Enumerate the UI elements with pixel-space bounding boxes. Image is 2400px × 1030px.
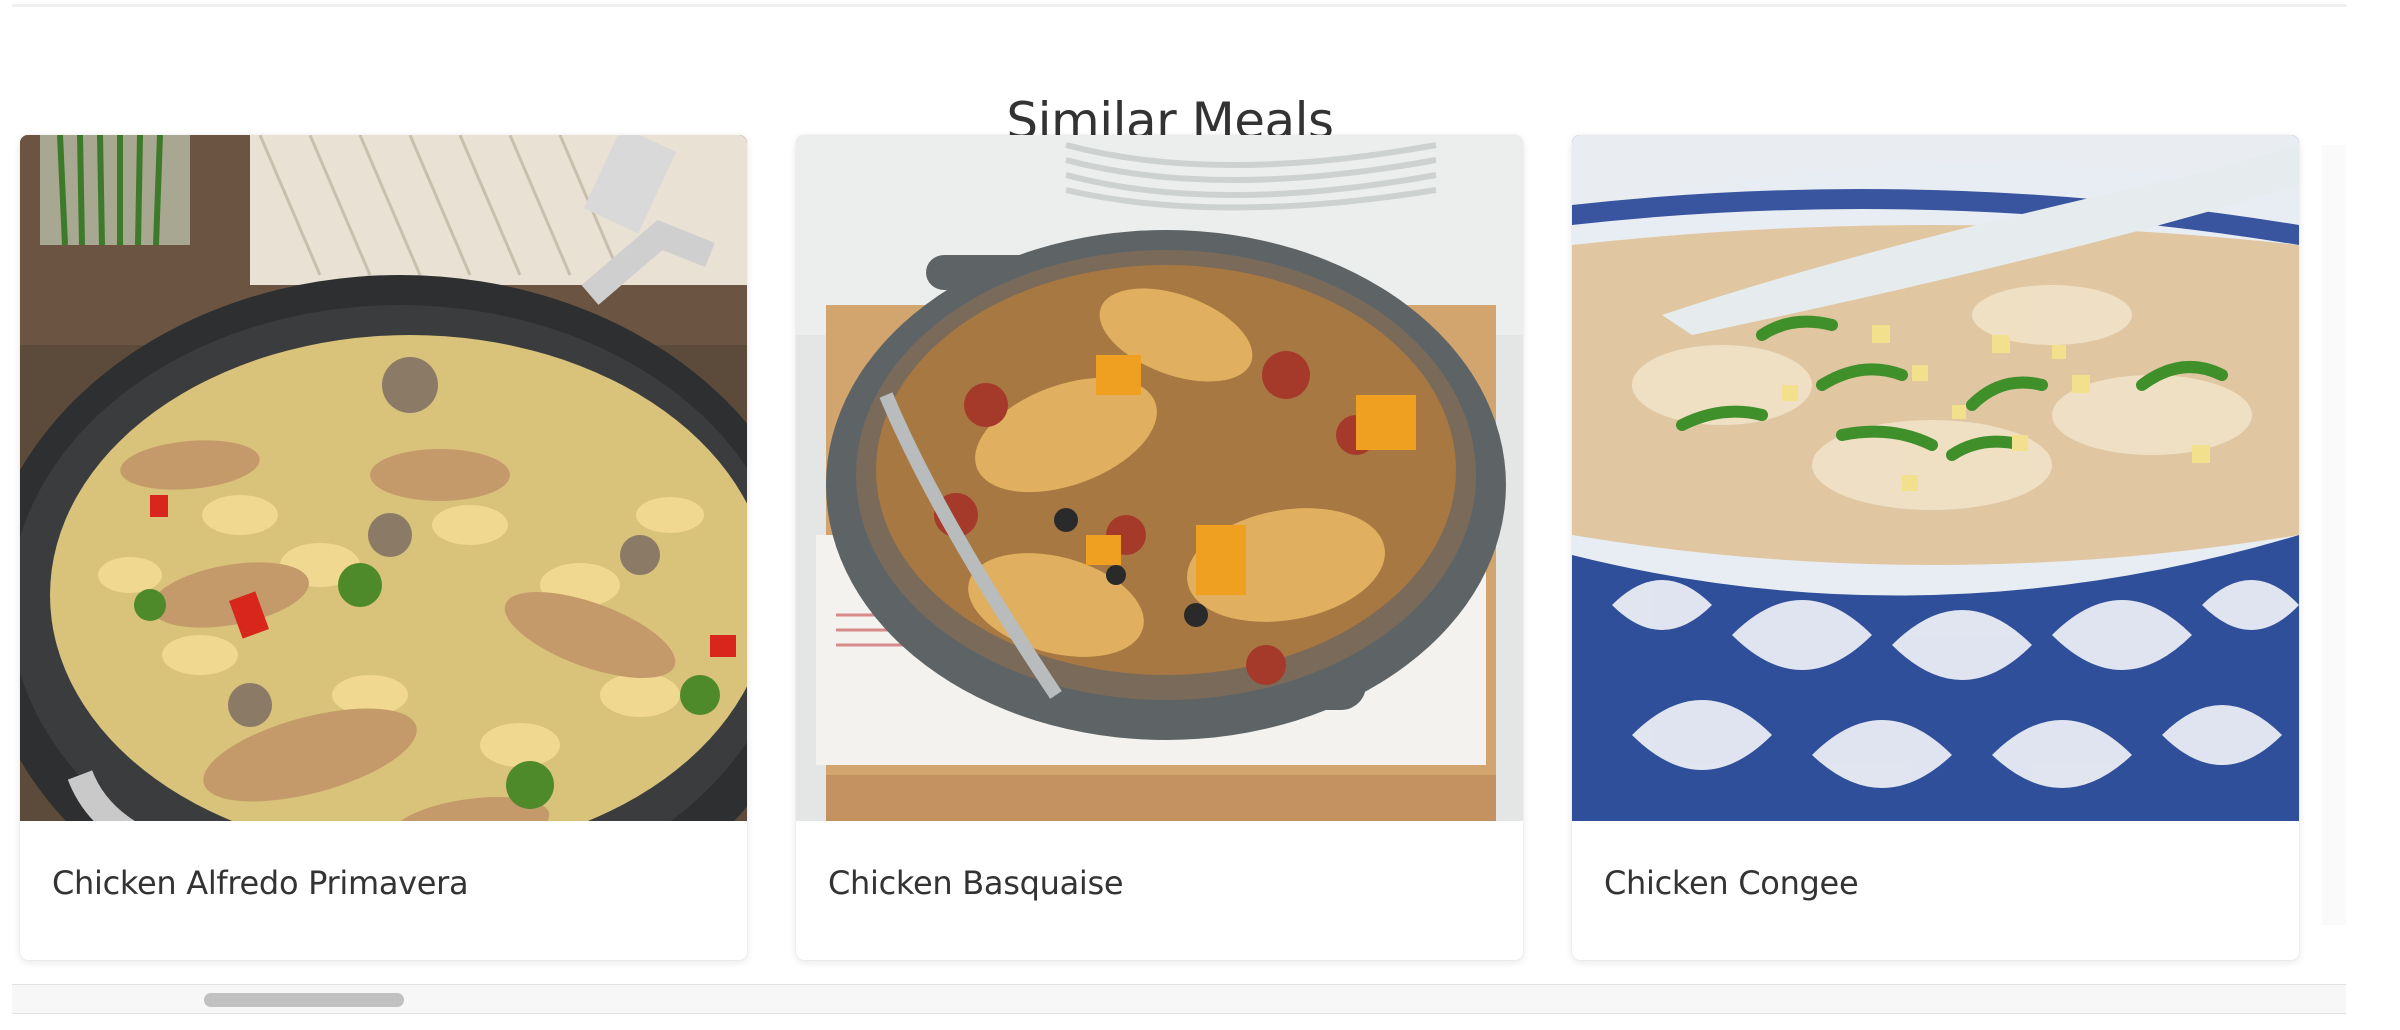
meal-image[interactable] xyxy=(1572,135,2299,821)
meal-image[interactable] xyxy=(20,135,747,821)
meal-title[interactable]: Chicken Basquaise xyxy=(828,864,1124,902)
horizontal-scrollbar[interactable] xyxy=(12,984,2346,1014)
meal-title[interactable]: Chicken Alfredo Primavera xyxy=(52,864,469,902)
meal-card[interactable]: Chicken Alfredo Primavera xyxy=(20,135,747,960)
meal-card[interactable]: Chicken Congee xyxy=(1572,135,2299,960)
meal-image[interactable] xyxy=(796,135,1523,821)
scrollbar-thumb[interactable] xyxy=(204,993,404,1007)
meal-card[interactable]: Chicken Basquaise xyxy=(796,135,1523,960)
similar-meals-carousel[interactable]: Chicken Alfredo Primavera Chicken Basqua… xyxy=(0,0,2400,1030)
next-card-peek xyxy=(2322,145,2346,925)
meal-title[interactable]: Chicken Congee xyxy=(1604,864,1859,902)
